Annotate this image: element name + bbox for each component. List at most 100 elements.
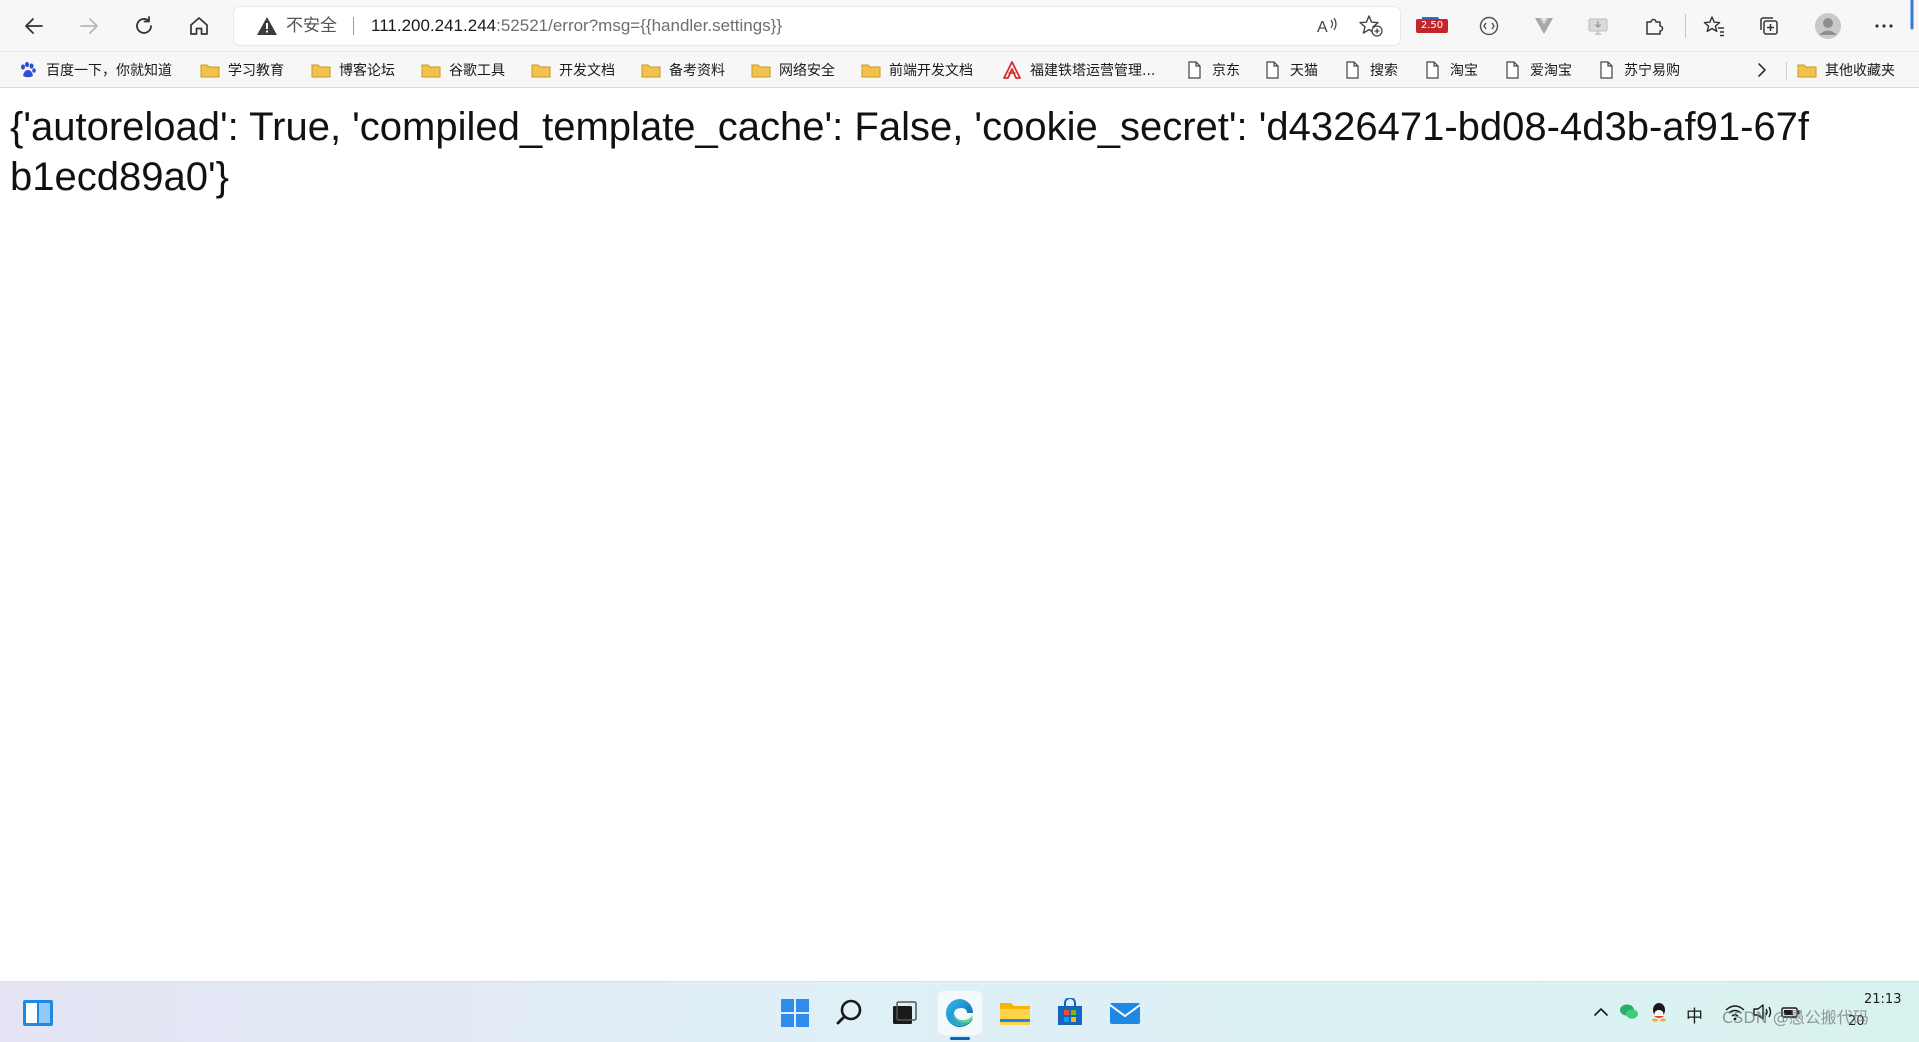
bookmark-baidu[interactable]: 百度一下，你就知道 [18, 57, 172, 83]
widgets-icon [23, 1000, 53, 1026]
bookmark-folder-frontend-docs[interactable]: 前端开发文档 [861, 57, 973, 83]
task-view-icon [893, 1001, 917, 1024]
puzzle-icon [1646, 18, 1664, 35]
bookmark-jd[interactable]: 京东 [1184, 57, 1240, 83]
store-button[interactable] [1048, 991, 1092, 1035]
bookmark-label: 开发文档 [559, 63, 615, 79]
translate-button[interactable] [1471, 8, 1507, 44]
extensions-button[interactable] [1636, 8, 1672, 44]
bookmark-folder-security[interactable]: 网络安全 [751, 57, 835, 83]
security-label[interactable]: 不安全 [286, 16, 337, 36]
bookmark-label: 博客论坛 [339, 63, 395, 79]
page-icon [1346, 61, 1359, 79]
folder-icon [861, 64, 881, 78]
mail-button[interactable] [1103, 991, 1147, 1035]
ime-indicator[interactable]: 中 [1686, 1002, 1703, 1027]
page-icon [1600, 61, 1613, 79]
folder-icon [421, 64, 441, 78]
address-bar[interactable]: 不安全 111.200.241.244:52521/error?msg={{ha… [234, 7, 1400, 45]
taskbar-search-button[interactable] [828, 991, 872, 1035]
bookmark-label: 备考资料 [669, 63, 725, 79]
widgets-button[interactable] [16, 991, 60, 1035]
start-button[interactable] [773, 991, 817, 1035]
csdn-watermark: CSDN @愚公搬代码 [1722, 1008, 1869, 1027]
other-bookmarks-folder[interactable]: 其他收藏夹 [1797, 57, 1895, 83]
vue-devtools-button[interactable] [1526, 8, 1562, 44]
bookmark-label: 天猫 [1290, 63, 1318, 79]
collections-button[interactable] [1751, 8, 1787, 44]
bookmark-label: 淘宝 [1450, 63, 1478, 79]
bookmark-ai-taobao[interactable]: 爱淘宝 [1502, 57, 1572, 83]
bookmark-label: 苏宁易购 [1624, 63, 1680, 79]
taskbar: 中 21:13 20 CSDN @愚公搬代码 [0, 981, 1919, 1042]
page-content: {'autoreload': True, 'compiled_template_… [0, 88, 1919, 981]
show-hidden-icons-button[interactable] [1590, 1001, 1612, 1023]
mail-icon [1109, 1003, 1141, 1024]
warning-icon[interactable] [256, 16, 278, 36]
search-icon [836, 999, 862, 1025]
folder-icon [531, 64, 551, 78]
qq-tray-button[interactable] [1648, 1001, 1670, 1023]
file-explorer-icon [1000, 1003, 1030, 1025]
chevron-right-icon[interactable] [1752, 60, 1772, 80]
bookmark-taobao[interactable]: 淘宝 [1422, 57, 1478, 83]
url-text[interactable]: 111.200.241.244:52521/error?msg={{handle… [371, 16, 782, 36]
extension-badge: 2.50 [1416, 19, 1448, 33]
page-body-text: {'autoreload': True, 'compiled_template_… [10, 105, 1810, 199]
task-view-button[interactable] [882, 991, 926, 1035]
file-explorer-button[interactable] [993, 991, 1037, 1035]
back-button[interactable] [16, 8, 52, 44]
wechat-icon [1620, 1004, 1638, 1019]
bookmark-label: 学习教育 [228, 63, 284, 79]
qq-icon [1652, 1003, 1666, 1022]
forward-icon [80, 18, 98, 34]
screen-button[interactable] [1580, 8, 1616, 44]
bookmark-label: 前端开发文档 [889, 63, 973, 79]
url-host: 111.200.241.244 [371, 16, 497, 35]
bookmark-tower-ops[interactable]: 福建铁塔运营管理... [1002, 57, 1155, 83]
vue-devtools-icon [1535, 18, 1553, 34]
page-icon [1426, 61, 1439, 79]
edge-taskbar-button[interactable] [938, 991, 982, 1035]
more-button[interactable] [1866, 8, 1902, 44]
bookmark-folder-exam[interactable]: 备考资料 [641, 57, 725, 83]
page-icon [1188, 61, 1201, 79]
bookmark-label: 谷歌工具 [449, 63, 505, 79]
bookmarks-divider [1786, 62, 1787, 80]
bookmark-label: 搜索 [1370, 63, 1398, 79]
sidebar-toggle-edge[interactable] [1906, 0, 1919, 34]
folder-icon [751, 64, 771, 78]
bookmark-folder-blog[interactable]: 博客论坛 [311, 57, 395, 83]
profile-button[interactable] [1810, 8, 1846, 44]
read-aloud-icon[interactable]: A [1314, 14, 1340, 38]
home-icon [190, 17, 208, 35]
favorites-icon [1703, 16, 1724, 37]
bookmark-label: 百度一下，你就知道 [46, 63, 172, 79]
toolbar-divider [1685, 14, 1686, 38]
home-button[interactable] [181, 8, 217, 44]
folder-icon [200, 64, 220, 78]
tower-icon [1003, 61, 1021, 79]
bookmark-search[interactable]: 搜索 [1342, 57, 1398, 83]
back-icon [25, 18, 43, 34]
favorites-button[interactable] [1696, 8, 1732, 44]
folder-icon [311, 64, 331, 78]
clock-time[interactable]: 21:13 [1864, 992, 1901, 1007]
bookmark-label: 福建铁塔运营管理... [1030, 63, 1156, 79]
translate-icon [1479, 16, 1499, 36]
svg-text:A: A [1317, 19, 1328, 36]
refresh-icon [136, 16, 152, 34]
bookmark-suning[interactable]: 苏宁易购 [1596, 57, 1680, 83]
add-favorite-icon[interactable] [1358, 14, 1384, 38]
folder-icon [1797, 64, 1817, 78]
profile-icon [1815, 13, 1841, 39]
bookmark-folder-study[interactable]: 学习教育 [200, 57, 284, 83]
bookmark-tmall[interactable]: 天猫 [1262, 57, 1318, 83]
forward-button[interactable] [71, 8, 107, 44]
active-app-indicator [950, 1037, 970, 1040]
bookmark-folder-google-tools[interactable]: 谷歌工具 [421, 57, 505, 83]
refresh-button[interactable] [126, 8, 162, 44]
browser-toolbar: 不安全 111.200.241.244:52521/error?msg={{ha… [0, 0, 1919, 52]
bookmark-folder-dev-docs[interactable]: 开发文档 [531, 57, 615, 83]
wechat-tray-button[interactable] [1618, 1001, 1640, 1023]
